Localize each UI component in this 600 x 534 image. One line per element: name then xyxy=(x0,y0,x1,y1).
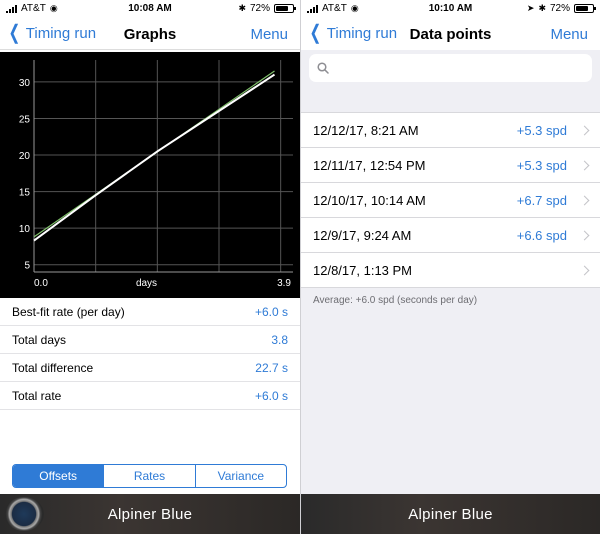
data-point-date: 12/11/17, 12:54 PM xyxy=(313,157,426,173)
chevron-right-icon xyxy=(579,265,590,275)
chevron-right-icon xyxy=(579,195,590,205)
data-point-rate: +5.3 spd xyxy=(516,122,567,138)
list-item[interactable]: 12/11/17, 12:54 PM +5.3 spd xyxy=(301,148,600,183)
data-points-screen: AT&T ◉ 10:10 AM ➤ ✱ 72% ❮ Timing run Dat… xyxy=(300,0,600,534)
x-tick-label: 0.0 xyxy=(34,278,48,289)
segment-rates[interactable]: Rates xyxy=(103,465,194,487)
bluetooth-icon: ✱ xyxy=(238,3,246,13)
search-icon xyxy=(317,62,329,74)
list-item[interactable]: 12/10/17, 10:14 AM +6.7 spd xyxy=(301,183,600,218)
status-bar: AT&T ◉ 10:10 AM ➤ ✱ 72% xyxy=(301,0,600,18)
data-point-rate: +6.6 spd xyxy=(516,227,567,243)
offsets-chart: 5 10 15 20 25 30 0.0 3.9 days xyxy=(0,52,300,298)
stat-label: Total days xyxy=(12,332,67,347)
stat-value: 22.7 s xyxy=(255,360,288,375)
stat-label: Best-fit rate (per day) xyxy=(12,304,125,319)
search-bar xyxy=(301,52,600,86)
stat-row: Total difference 22.7 s xyxy=(0,354,300,382)
data-point-date: 12/12/17, 8:21 AM xyxy=(313,122,419,138)
y-tick-label: 5 xyxy=(24,261,30,272)
watch-name: Alpiner Blue xyxy=(408,505,493,523)
stat-row: Best-fit rate (per day) +6.0 s xyxy=(0,298,300,326)
stat-row: Total days 3.8 xyxy=(0,326,300,354)
search-input[interactable] xyxy=(335,60,575,76)
status-bar: AT&T ◉ 10:08 AM ✱ 72% xyxy=(0,0,300,18)
chevron-right-icon xyxy=(579,125,590,135)
list-item[interactable]: 12/8/17, 1:13 PM xyxy=(301,253,600,288)
data-point-date: 12/10/17, 10:14 AM xyxy=(313,192,426,208)
stats-list: Best-fit rate (per day) +6.0 s Total days 3… xyxy=(0,298,300,410)
average-footnote: Average: +6.0 spd (seconds per day) xyxy=(313,295,478,306)
y-tick-label: 30 xyxy=(19,78,31,89)
list-item[interactable]: 12/12/17, 8:21 AM +5.3 spd xyxy=(301,113,600,148)
graphs-screen: AT&T ◉ 10:08 AM ✱ 72% ❮ Timing run Graph… xyxy=(0,0,300,534)
menu-button[interactable]: Menu xyxy=(250,26,288,43)
battery-percent: 72% xyxy=(549,3,570,14)
segment-offsets[interactable]: Offsets xyxy=(13,465,104,487)
watch-banner[interactable]: Alpiner Blue xyxy=(301,494,600,534)
battery-icon xyxy=(274,4,296,13)
nav-bar: ❮ Timing run Data points Menu xyxy=(301,18,600,50)
nav-bar: ❮ Timing run Graphs Menu xyxy=(0,18,300,50)
y-tick-label: 25 xyxy=(19,114,31,125)
x-axis-label: days xyxy=(136,278,157,289)
watch-thumbnail xyxy=(4,497,44,531)
battery-percent: 72% xyxy=(249,3,270,14)
watch-banner[interactable]: Alpiner Blue xyxy=(0,494,300,534)
data-point-rate: +5.3 spd xyxy=(516,157,567,173)
x-tick-label: 3.9 xyxy=(277,278,291,289)
location-icon: ➤ xyxy=(526,3,535,13)
stat-value: 3.8 xyxy=(271,332,288,347)
watch-name: Alpiner Blue xyxy=(107,505,193,523)
chart-mode-segmented-control: Offsets Rates Variance xyxy=(12,464,287,488)
stat-label: Total rate xyxy=(12,388,62,403)
y-tick-label: 20 xyxy=(19,151,31,162)
stat-row: Total rate +6.0 s xyxy=(0,382,300,410)
search-field[interactable] xyxy=(309,54,592,82)
data-points-list: 12/12/17, 8:21 AM +5.3 spd 12/11/17, 12:54… xyxy=(301,112,600,288)
menu-button[interactable]: Menu xyxy=(550,26,588,43)
segment-variance[interactable]: Variance xyxy=(194,465,286,487)
chevron-right-icon xyxy=(579,160,590,170)
offset-series-line xyxy=(33,73,276,242)
chevron-right-icon xyxy=(579,230,590,240)
stat-value: +6.0 s xyxy=(254,388,288,403)
bluetooth-icon: ✱ xyxy=(538,3,546,13)
data-point-date: 12/9/17, 9:24 AM xyxy=(313,227,412,243)
battery-icon xyxy=(574,4,596,13)
stat-label: Total difference xyxy=(12,360,94,375)
list-item[interactable]: 12/9/17, 9:24 AM +6.6 spd xyxy=(301,218,600,253)
stat-value: +6.0 s xyxy=(254,304,288,319)
y-tick-label: 10 xyxy=(19,224,31,235)
data-point-rate: +6.7 spd xyxy=(516,192,567,208)
data-point-date: 12/8/17, 1:13 PM xyxy=(313,262,413,278)
y-tick-label: 15 xyxy=(19,188,31,199)
